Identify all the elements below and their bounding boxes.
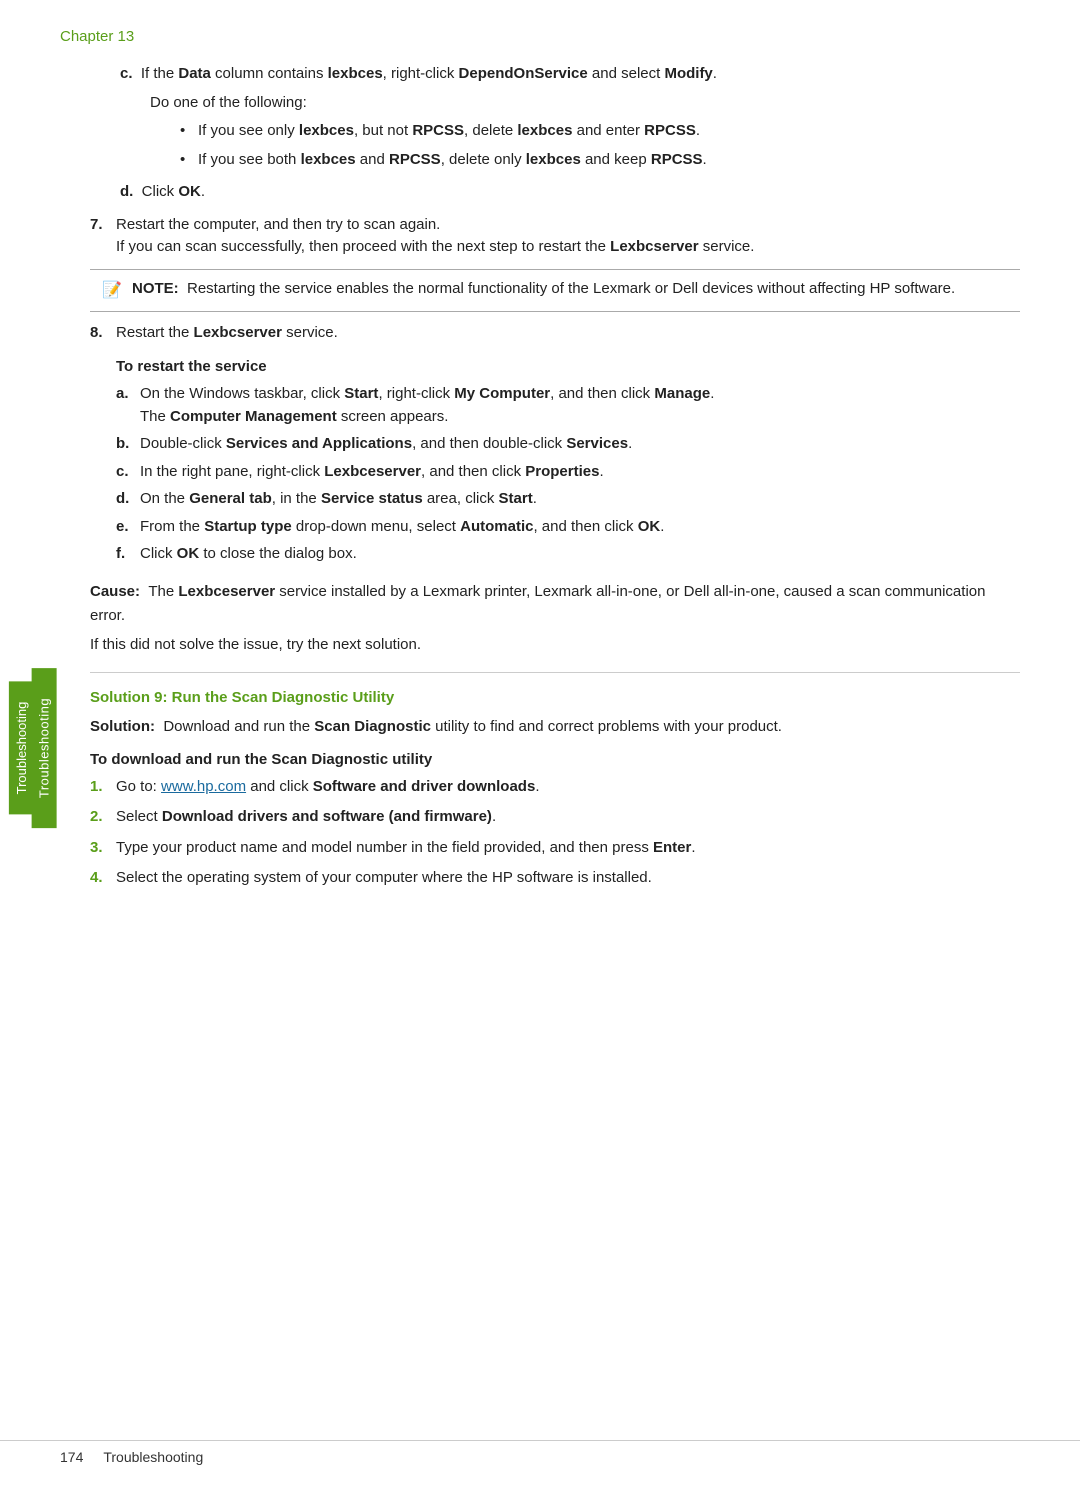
substep-a-label: a. — [116, 383, 140, 428]
step-7-content: Restart the computer, and then try to sc… — [116, 214, 1020, 259]
solution9-step-3-num: 3. — [90, 837, 116, 860]
step-c-block: c. If the Data column contains lexbces, … — [120, 63, 1020, 171]
substep-a: a. On the Windows taskbar, click Start, … — [116, 383, 1020, 428]
bullet-item-2: If you see both lexbces and RPCSS, delet… — [180, 149, 1020, 172]
do-one-text: Do one of the following: — [150, 92, 1020, 115]
step-8-num: 8. — [90, 322, 116, 345]
solution9-step-4-num: 4. — [90, 867, 116, 890]
solution9-heading: Solution 9: Run the Scan Diagnostic Util… — [90, 689, 1020, 706]
solution9-step-2-content: Select Download drivers and software (an… — [116, 806, 1020, 829]
substep-f: f. Click OK to close the dialog box. — [116, 543, 1020, 566]
bullet-list: If you see only lexbces, but not RPCSS, … — [180, 120, 1020, 171]
solution9-step-4-content: Select the operating system of your comp… — [116, 867, 1020, 890]
restart-heading: To restart the service — [116, 358, 1020, 375]
footer: 174 Troubleshooting — [0, 1440, 1080, 1465]
step-7: 7. Restart the computer, and then try to… — [90, 214, 1020, 259]
solution9-step-2: 2. Select Download drivers and software … — [90, 806, 1020, 829]
step-7-num: 7. — [90, 214, 116, 259]
chapter-header: Chapter 13 — [60, 28, 1020, 45]
step-8-content: Restart the Lexbcserver service. — [116, 322, 1020, 345]
sub-steps: a. On the Windows taskbar, click Start, … — [116, 383, 1020, 566]
substep-b-content: Double-click Services and Applications, … — [140, 433, 1020, 456]
substep-d: d. On the General tab, in the Service st… — [116, 488, 1020, 511]
substep-e-content: From the Startup type drop-down menu, se… — [140, 516, 1020, 539]
substep-d-content: On the General tab, in the Service statu… — [140, 488, 1020, 511]
download-heading: To download and run the Scan Diagnostic … — [90, 751, 1020, 768]
substep-b: b. Double-click Services and Application… — [116, 433, 1020, 456]
note-content: NOTE: Restarting the service enables the… — [132, 278, 955, 301]
note-label: NOTE: — [132, 280, 179, 297]
note-box: 📝 NOTE: Restarting the service enables t… — [90, 269, 1020, 312]
solution9-step-1: 1. Go to: www.hp.com and click Software … — [90, 776, 1020, 799]
solution9-step-3-content: Type your product name and model number … — [116, 837, 1020, 860]
solution9-intro: Solution: Download and run the Scan Diag… — [90, 716, 1020, 739]
solution9-section: Solution 9: Run the Scan Diagnostic Util… — [90, 689, 1020, 890]
solution9-step-1-content: Go to: www.hp.com and click Software and… — [116, 776, 1020, 799]
substep-e-label: e. — [116, 516, 140, 539]
substep-f-label: f. — [116, 543, 140, 566]
footer-section: Troubleshooting — [103, 1449, 203, 1465]
substep-c-content: In the right pane, right-click Lexbceser… — [140, 461, 1020, 484]
if-not-solve: If this did not solve the issue, try the… — [90, 634, 1020, 657]
separator — [90, 672, 1020, 673]
step-c-label: c. — [120, 65, 133, 82]
solution9-step-1-num: 1. — [90, 776, 116, 799]
solution9-step-4: 4. Select the operating system of your c… — [90, 867, 1020, 890]
footer-page-number: 174 — [60, 1449, 83, 1465]
cause-block: Cause: The Lexbceserver service installe… — [90, 580, 1020, 628]
step-8: 8. Restart the Lexbcserver service. — [90, 322, 1020, 345]
hp-link[interactable]: www.hp.com — [161, 778, 246, 795]
substep-d-label: d. — [116, 488, 140, 511]
substep-c-label: c. — [116, 461, 140, 484]
note-icon: 📝 — [102, 279, 124, 303]
solution9-step-3: 3. Type your product name and model numb… — [90, 837, 1020, 860]
step-d-label: d. — [120, 183, 133, 200]
step-d-block: d. Click OK. — [120, 181, 1020, 204]
side-tab-rotated: Troubleshooting — [9, 681, 34, 814]
solution9-step-2-num: 2. — [90, 806, 116, 829]
substep-c: c. In the right pane, right-click Lexbce… — [116, 461, 1020, 484]
substep-e: e. From the Startup type drop-down menu,… — [116, 516, 1020, 539]
substep-f-content: Click OK to close the dialog box. — [140, 543, 1020, 566]
substep-b-label: b. — [116, 433, 140, 456]
step-c-text: c. If the Data column contains lexbces, … — [120, 63, 1020, 86]
substep-a-content: On the Windows taskbar, click Start, rig… — [140, 383, 1020, 428]
solution9-steps: 1. Go to: www.hp.com and click Software … — [90, 776, 1020, 890]
bullet-item-1: If you see only lexbces, but not RPCSS, … — [180, 120, 1020, 143]
side-tab-container: Troubleshooting — [0, 688, 30, 808]
